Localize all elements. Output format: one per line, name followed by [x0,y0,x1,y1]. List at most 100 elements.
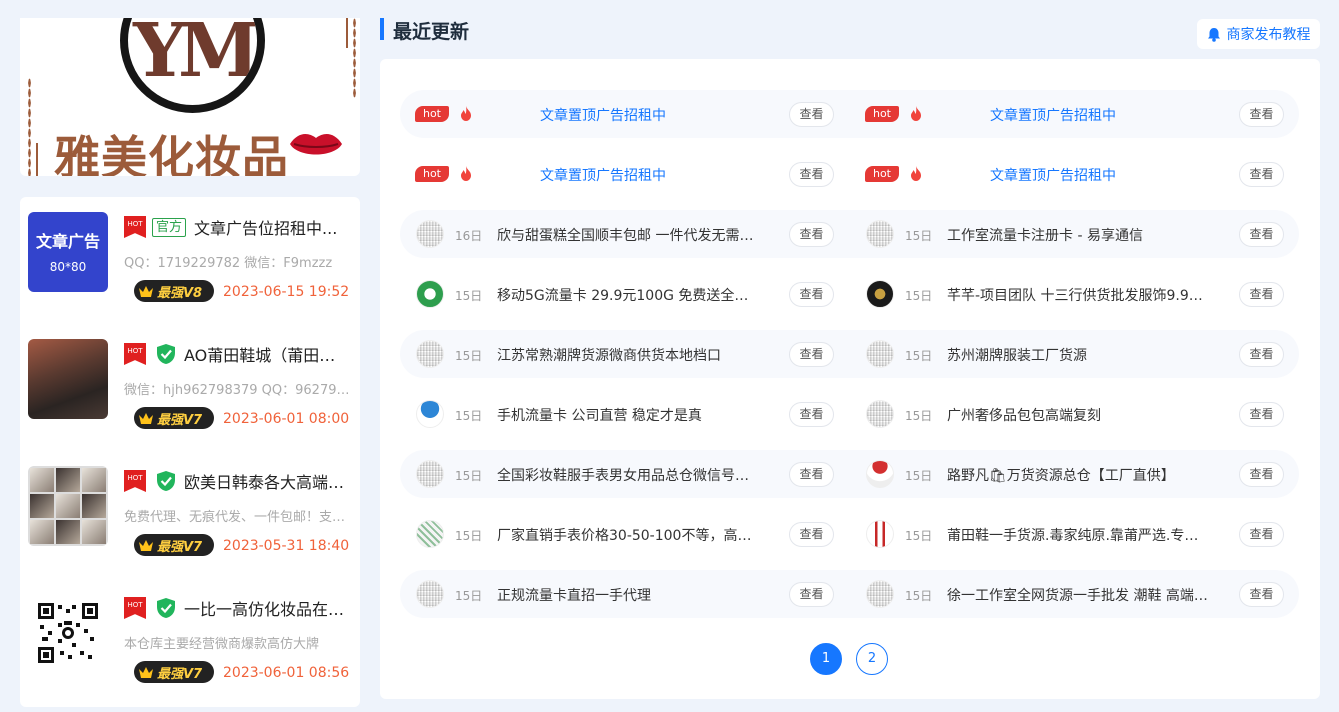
ad-link[interactable]: 文章置顶广告招租中 [990,165,1116,185]
merchant-avatar [866,340,894,368]
page-1-button[interactable]: 1 [810,643,842,675]
view-button[interactable]: 查看 [1239,102,1284,127]
update-title[interactable]: 徐一工作室全网货源一手批发 潮鞋 高端女装 [947,585,1212,605]
merchant-name[interactable]: 文章广告位招租中... [194,215,337,239]
decor-dots [353,18,356,98]
update-title[interactable]: 欣与甜蛋糕全国顺丰包邮 一件代发无需囤货 [497,225,762,245]
view-button[interactable]: 查看 [789,462,834,487]
brand-logo: YM [120,18,265,113]
view-button[interactable]: 查看 [789,222,834,247]
view-button[interactable]: 查看 [1239,162,1284,187]
view-button[interactable]: 查看 [789,582,834,607]
view-button[interactable]: 查看 [1239,282,1284,307]
update-title[interactable]: 手机流量卡 公司直营 稳定才是真 [497,405,762,425]
view-button[interactable]: 查看 [1239,582,1284,607]
qr-code-icon [38,603,98,663]
ad-link[interactable]: 文章置顶广告招租中 [990,105,1116,125]
update-day: 15日 [905,349,933,363]
update-item[interactable]: 15日 徐一工作室全网货源一手批发 潮鞋 高端女装 查看 [850,570,1300,618]
update-title[interactable]: 正规流量卡直招一手代理 [497,585,762,605]
merchant-avatar [866,280,894,308]
ad-item[interactable]: hot 文章置顶广告招租中 查看 [850,90,1300,138]
ad-item[interactable]: hot 文章置顶广告招租中 查看 [400,150,850,198]
update-item[interactable]: 15日 全国彩妆鞋服手表男女用品总仓微信号代理 查看 [400,450,850,498]
view-button[interactable]: 查看 [789,402,834,427]
view-button[interactable]: 查看 [1239,222,1284,247]
merchant-time: 2023-05-31 18:40 [223,538,350,554]
merchant-name[interactable]: AO莆田鞋城（莆田鞋一手货源） [184,342,350,366]
view-button[interactable]: 查看 [1239,402,1284,427]
level-badge: 最强V7 [134,534,214,556]
update-title[interactable]: 移动5G流量卡 29.9元100G 免费送全网通用 [497,285,762,305]
update-title[interactable]: 厂家直销手表价格30-50-100不等，高端品质 [497,525,762,545]
merchant-avatar [866,520,894,548]
ad-item[interactable]: hot 文章置顶广告招租中 查看 [850,150,1300,198]
page-2-button[interactable]: 2 [856,643,888,675]
view-button[interactable]: 查看 [789,162,834,187]
merchant-card[interactable]: HOT 一比一高仿化妆品在线批发 本仓库主要经营微商爆款高仿大牌 最强V7 20… [28,593,352,698]
update-day: 15日 [455,529,483,543]
ad-item[interactable]: hot 文章置顶广告招租中 查看 [400,90,850,138]
update-title[interactable]: 广州奢侈品包包高端复刻 [947,405,1212,425]
fire-icon [911,166,921,181]
merchant-card[interactable]: HOT AO莆田鞋城（莆田鞋一手货源） 微信：hjh962798379 QQ：9… [28,339,352,444]
view-button[interactable]: 查看 [789,342,834,367]
update-item[interactable]: 16日 欣与甜蛋糕全国顺丰包邮 一件代发无需囤货 查看 [400,210,850,258]
crown-icon [139,667,153,678]
merchant-avatar [416,520,444,548]
merchant-thumbnail[interactable]: 文章广告 80*80 [28,212,108,292]
update-title[interactable]: 全国彩妆鞋服手表男女用品总仓微信号代理 [497,465,762,485]
merchant-thumbnail[interactable] [28,339,108,419]
merchant-avatar [416,220,444,248]
level-badge: 最强V8 [134,280,214,302]
merchant-avatar [866,400,894,428]
brand-banner[interactable]: YM 雅美化妆品 [20,18,360,176]
verified-shield-icon [157,598,175,618]
update-title[interactable]: 莆田鞋一手货源.毒家纯原.靠莆严选.专柜品质 [947,525,1212,545]
update-item[interactable]: 15日 工作室流量卡注册卡 - 易享通信 查看 [850,210,1300,258]
update-item[interactable]: 15日 移动5G流量卡 29.9元100G 免费送全网通用 查看 [400,270,850,318]
update-title[interactable]: 芊芊-项目团队 十三行供货批发服饰9.9包邮 [947,285,1212,305]
lips-icon [290,134,342,155]
merchant-tutorial-button[interactable]: 商家发布教程 [1197,19,1320,49]
update-title[interactable]: 江苏常熟潮牌货源微商供货本地档口 [497,345,762,365]
update-day: 15日 [905,469,933,483]
update-item[interactable]: 15日 苏州潮牌服装工厂货源 查看 [850,330,1300,378]
update-item[interactable]: 15日 路野凡🛍万货资源总仓【工厂直供】 查看 [850,450,1300,498]
update-item[interactable]: 15日 手机流量卡 公司直营 稳定才是真 查看 [400,390,850,438]
view-button[interactable]: 查看 [1239,462,1284,487]
merchant-name[interactable]: 欧美日韩泰各大高端品牌 [184,469,350,493]
view-button[interactable]: 查看 [789,102,834,127]
merchant-card[interactable]: HOT 欧美日韩泰各大高端品牌 免费代理、无痕代发、一件包邮！支持退换 最强V7… [28,466,352,571]
merchant-name[interactable]: 一比一高仿化妆品在线批发 [184,596,350,620]
update-item[interactable]: 15日 莆田鞋一手货源.毒家纯原.靠莆严选.专柜品质 查看 [850,510,1300,558]
thumb-size: 80*80 [49,260,87,274]
ad-link[interactable]: 文章置顶广告招租中 [540,165,666,185]
update-item[interactable]: 15日 厂家直销手表价格30-50-100不等，高端品质 查看 [400,510,850,558]
merchant-time: 2023-06-01 08:00 [223,411,350,427]
merchant-thumbnail[interactable] [28,593,108,673]
update-item[interactable]: 15日 广州奢侈品包包高端复刻 查看 [850,390,1300,438]
decor-dots [28,78,31,176]
update-day: 15日 [455,589,483,603]
update-day: 15日 [455,469,483,483]
merchant-contact: 本仓库主要经营微商爆款高仿大牌 [124,637,320,652]
view-button[interactable]: 查看 [789,522,834,547]
update-item[interactable]: 15日 正规流量卡直招一手代理 查看 [400,570,850,618]
merchant-avatar [866,460,894,488]
view-button[interactable]: 查看 [1239,522,1284,547]
update-title[interactable]: 工作室流量卡注册卡 - 易享通信 [947,225,1212,245]
view-button[interactable]: 查看 [789,282,834,307]
decor-line [36,143,38,176]
merchant-thumbnail[interactable] [28,466,108,546]
merchant-avatar [416,340,444,368]
pagination: 1 2 [810,643,888,675]
ad-link[interactable]: 文章置顶广告招租中 [540,105,666,125]
update-item[interactable]: 15日 芊芊-项目团队 十三行供货批发服饰9.9包邮 查看 [850,270,1300,318]
update-title[interactable]: 路野凡🛍万货资源总仓【工厂直供】 [947,465,1212,485]
update-day: 15日 [905,589,933,603]
update-item[interactable]: 15日 江苏常熟潮牌货源微商供货本地档口 查看 [400,330,850,378]
view-button[interactable]: 查看 [1239,342,1284,367]
merchant-card[interactable]: 文章广告 80*80 HOT 官方 文章广告位招租中... QQ：1719229… [28,212,352,317]
update-title[interactable]: 苏州潮牌服装工厂货源 [947,345,1212,365]
